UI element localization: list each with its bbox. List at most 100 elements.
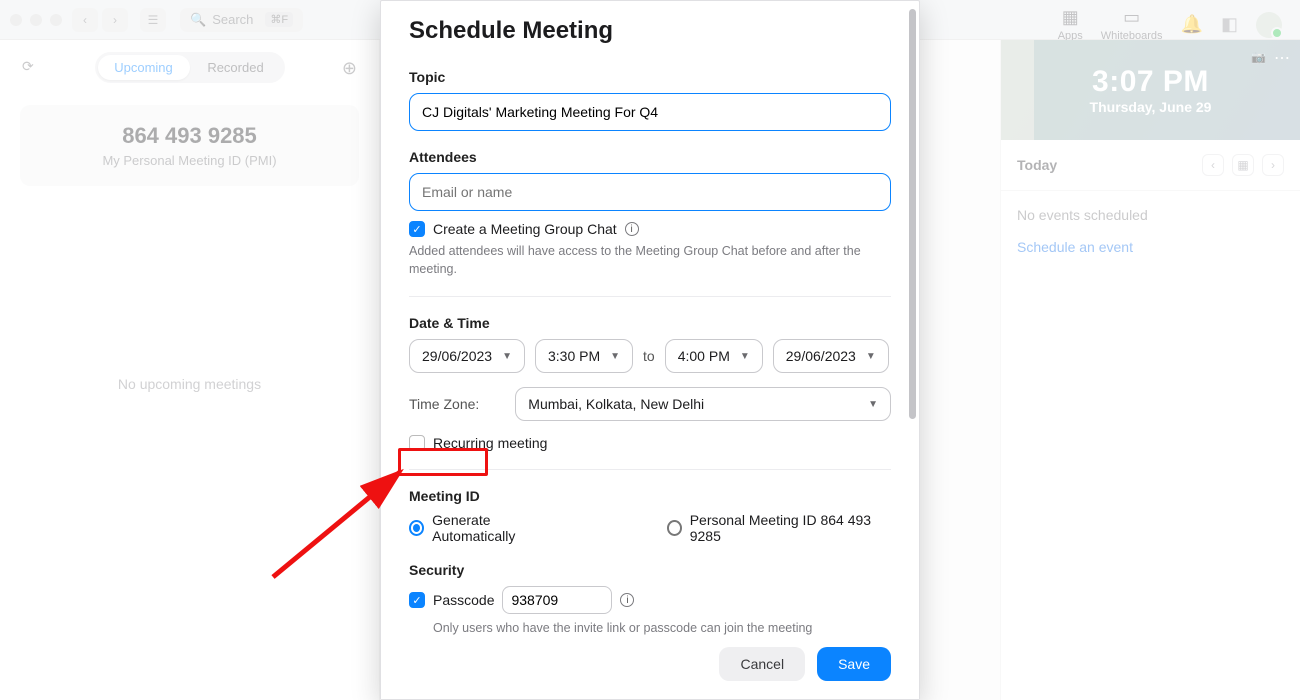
today-label: Today — [1017, 157, 1057, 173]
prev-day-button[interactable]: ‹ — [1202, 154, 1224, 176]
zoom-dot[interactable] — [50, 14, 62, 26]
refresh-icon[interactable]: ⟳ — [22, 58, 34, 75]
security-section: Security ✓ Passcode i Only users who hav… — [409, 562, 891, 635]
dialog-footer: Cancel Save — [381, 635, 919, 699]
tab-recorded[interactable]: Recorded — [190, 55, 282, 80]
datetime-row: 29/06/2023 ▼ 3:30 PM ▼ to 4:00 PM ▼ 29/0… — [409, 339, 891, 373]
whiteboards-icon: ▭ — [1123, 7, 1140, 28]
today-row: Today ‹ ▦ › — [1001, 140, 1300, 191]
no-upcoming-meetings: No upcoming meetings — [20, 376, 359, 392]
passcode-help: Only users who have the invite link or p… — [433, 620, 891, 635]
security-label: Security — [409, 562, 891, 578]
notifications-icon[interactable]: 🔔 — [1181, 14, 1203, 35]
whiteboards-button[interactable]: ▭ Whiteboards — [1101, 7, 1163, 42]
recurring-checkbox[interactable] — [409, 435, 425, 451]
avatar[interactable] — [1256, 12, 1282, 38]
clock-date: Thursday, June 29 — [1090, 99, 1212, 115]
groupchat-help: Added attendees will have access to the … — [409, 243, 891, 278]
passcode-row: ✓ Passcode i — [409, 586, 891, 614]
radio-selected[interactable] — [409, 520, 424, 536]
timezone-row: Time Zone: Mumbai, Kolkata, New Delhi ▼ — [409, 387, 891, 421]
minimize-dot[interactable] — [30, 14, 42, 26]
pmi-label: My Personal Meeting ID (PMI) — [38, 153, 341, 168]
save-button[interactable]: Save — [817, 647, 891, 681]
passcode-checkbox[interactable]: ✓ — [409, 592, 425, 608]
meetings-tabs: Upcoming Recorded — [95, 52, 285, 83]
nav-forward-button[interactable]: › — [102, 8, 128, 32]
divider — [409, 469, 891, 470]
datetime-label: Date & Time — [409, 315, 891, 331]
start-date-value: 29/06/2023 — [422, 348, 492, 364]
chevron-down-icon: ▼ — [502, 351, 512, 362]
left-column: ⟳ ⊕ Upcoming Recorded 864 493 9285 My Pe… — [0, 40, 380, 700]
schedule-meeting-dialog: Schedule Meeting Topic Attendees ✓ Creat… — [380, 0, 920, 700]
chevron-down-icon: ▼ — [868, 399, 878, 410]
add-meeting-icon[interactable]: ⊕ — [342, 58, 357, 79]
more-icon[interactable]: ⋯ — [1274, 48, 1290, 68]
search-field[interactable]: 🔍 Search ⌘F — [180, 8, 303, 32]
tab-upcoming[interactable]: Upcoming — [98, 55, 190, 80]
no-events-label: No events scheduled — [1001, 191, 1300, 239]
start-date-select[interactable]: 29/06/2023 ▼ — [409, 339, 525, 373]
meetingid-personal-option[interactable]: Personal Meeting ID 864 493 9285 — [667, 512, 891, 544]
meetingid-auto-option[interactable]: Generate Automatically — [409, 512, 567, 544]
meetingid-label: Meeting ID — [409, 488, 891, 504]
pmi-card[interactable]: 864 493 9285 My Personal Meeting ID (PMI… — [20, 105, 359, 186]
camera-icon[interactable]: 📷 — [1251, 50, 1266, 64]
schedule-event-link[interactable]: Schedule an event — [1001, 239, 1300, 255]
chevron-down-icon: ▼ — [610, 351, 620, 362]
apps-icon: ▦ — [1062, 7, 1079, 28]
cancel-button[interactable]: Cancel — [719, 647, 805, 681]
dialog-title: Schedule Meeting — [409, 17, 891, 45]
groupchat-label: Create a Meeting Group Chat — [433, 221, 617, 237]
top-right-icons: ▦ Apps ▭ Whiteboards 🔔 ◧ — [1058, 7, 1282, 42]
meetingid-section: Meeting ID Generate Automatically Person… — [409, 488, 891, 544]
toggle-panel-icon[interactable]: ◧ — [1221, 14, 1238, 35]
groupchat-checkbox[interactable]: ✓ — [409, 221, 425, 237]
recurring-row: Recurring meeting — [409, 435, 891, 451]
topic-section: Topic — [409, 69, 891, 131]
close-dot[interactable] — [10, 14, 22, 26]
right-panel: 📷 ⋯ 3:07 PM Thursday, June 29 Today ‹ ▦ … — [1000, 40, 1300, 700]
passcode-label: Passcode — [433, 592, 494, 608]
today-nav: ‹ ▦ › — [1202, 154, 1284, 176]
timezone-select[interactable]: Mumbai, Kolkata, New Delhi ▼ — [515, 387, 891, 421]
meetingid-options: Generate Automatically Personal Meeting … — [409, 512, 891, 544]
chevron-down-icon: ▼ — [866, 351, 876, 362]
end-date-select[interactable]: 29/06/2023 ▼ — [773, 339, 889, 373]
info-icon[interactable]: i — [625, 222, 639, 236]
plant-decoration — [1001, 40, 1061, 140]
timezone-label: Time Zone: — [409, 396, 479, 412]
attendees-input[interactable] — [409, 173, 891, 211]
history-button[interactable]: ☰ — [140, 8, 166, 32]
start-time-select[interactable]: 3:30 PM ▼ — [535, 339, 633, 373]
search-icon: 🔍 — [190, 12, 206, 28]
attendees-section: Attendees ✓ Create a Meeting Group Chat … — [409, 149, 891, 278]
scrollbar[interactable] — [909, 9, 916, 649]
to-label: to — [643, 348, 655, 364]
calendar-button[interactable]: ▦ — [1232, 154, 1254, 176]
apps-button[interactable]: ▦ Apps — [1058, 7, 1083, 42]
meetingid-personal-label: Personal Meeting ID 864 493 9285 — [690, 512, 891, 544]
clock-time: 3:07 PM — [1092, 65, 1209, 99]
datetime-section: Date & Time 29/06/2023 ▼ 3:30 PM ▼ to 4:… — [409, 315, 891, 451]
end-time-value: 4:00 PM — [678, 348, 730, 364]
radio-unselected[interactable] — [667, 520, 682, 536]
passcode-input[interactable] — [502, 586, 612, 614]
scrollbar-thumb[interactable] — [909, 9, 916, 419]
attendees-label: Attendees — [409, 149, 891, 165]
meetingid-auto-label: Generate Automatically — [432, 512, 566, 544]
end-time-select[interactable]: 4:00 PM ▼ — [665, 339, 763, 373]
divider — [409, 296, 891, 297]
end-date-value: 29/06/2023 — [786, 348, 856, 364]
topic-input[interactable] — [409, 93, 891, 131]
info-icon[interactable]: i — [620, 593, 634, 607]
start-time-value: 3:30 PM — [548, 348, 600, 364]
nav-back-button[interactable]: ‹ — [72, 8, 98, 32]
pmi-number: 864 493 9285 — [38, 123, 341, 149]
search-shortcut: ⌘F — [265, 12, 293, 27]
next-day-button[interactable]: › — [1262, 154, 1284, 176]
clock-card: 📷 ⋯ 3:07 PM Thursday, June 29 — [1001, 40, 1300, 140]
chevron-down-icon: ▼ — [740, 351, 750, 362]
search-placeholder: Search — [212, 12, 253, 27]
